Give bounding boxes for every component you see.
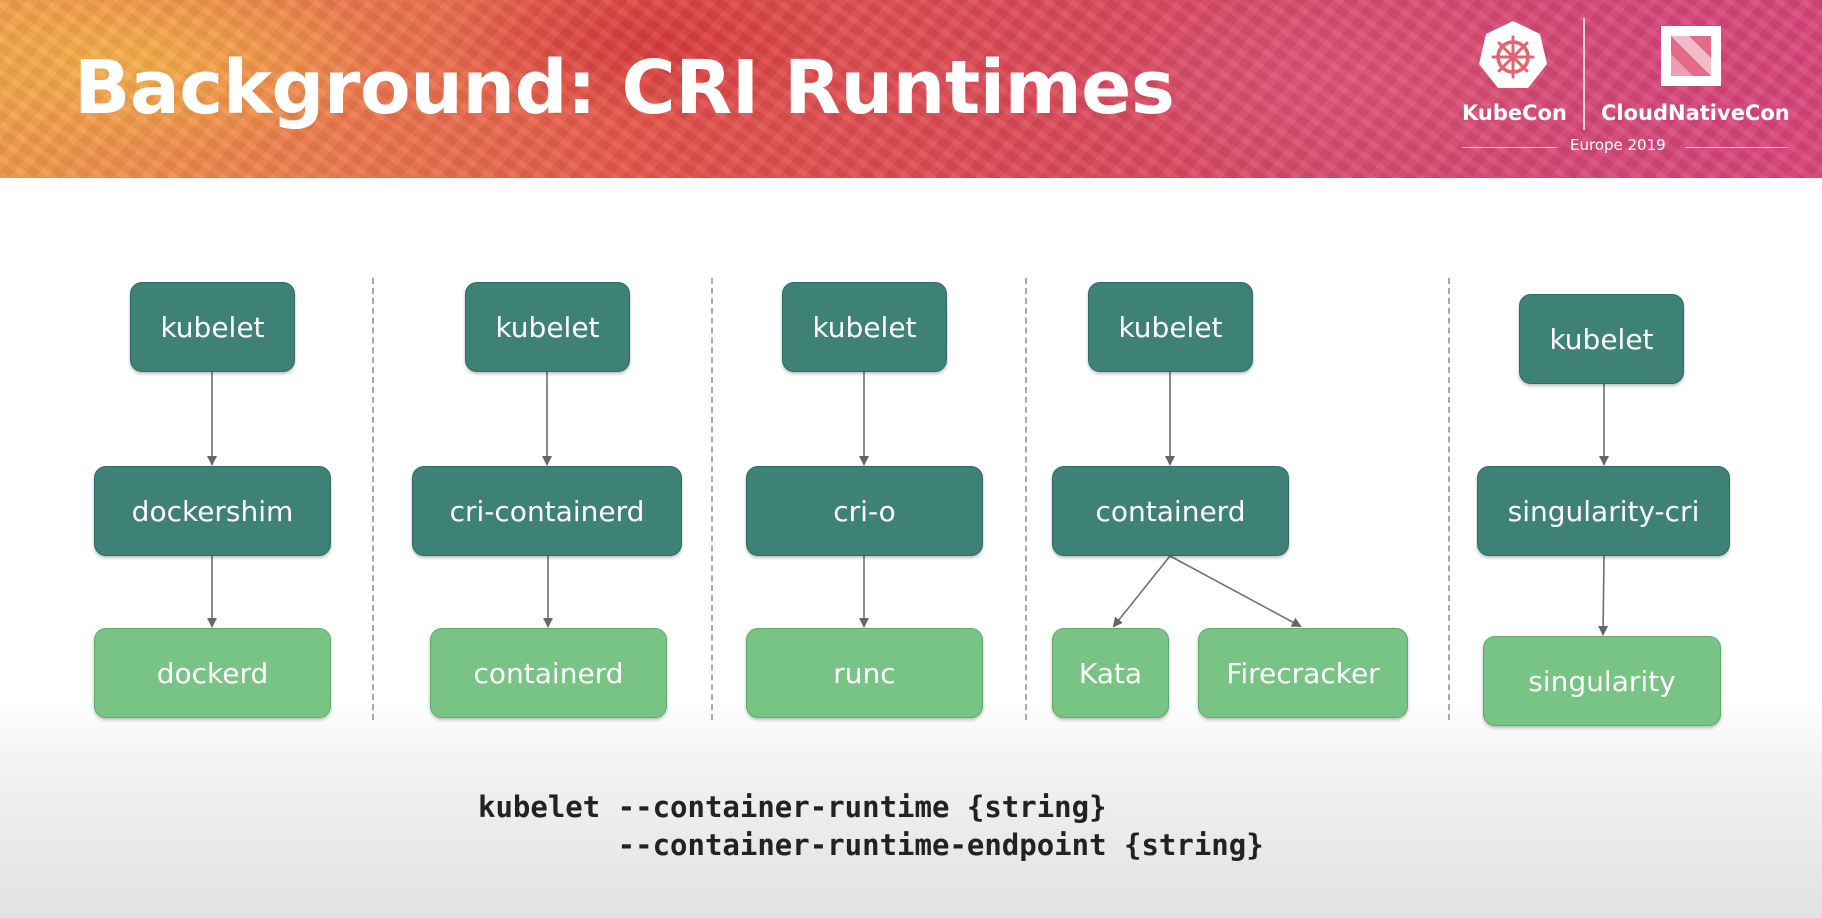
column-divider <box>372 278 374 720</box>
containerd-node: containerd <box>1052 466 1289 556</box>
arrow-singularity-cri-to-singularity <box>1598 555 1609 636</box>
kubelet-node: kubelet <box>465 282 630 372</box>
cri-runtime-diagram: kubelet dockershim dockerd kubelet cri-c… <box>0 0 1822 918</box>
command-line-2: --container-runtime-endpoint {string} <box>478 828 1264 862</box>
firecracker-node: Firecracker <box>1198 628 1408 718</box>
dockershim-node: dockershim <box>94 466 331 556</box>
singularity-node: singularity <box>1483 636 1721 726</box>
slide: Background: CRI Runtimes KubeCon CloudNa… <box>0 0 1822 918</box>
cri-o-node: cri-o <box>746 466 983 556</box>
runc-node: runc <box>746 628 983 718</box>
cri-containerd-node: cri-containerd <box>412 466 682 556</box>
column-divider <box>1448 278 1450 720</box>
column-divider <box>711 278 713 720</box>
dockerd-node: dockerd <box>94 628 331 718</box>
column-divider <box>1025 278 1027 720</box>
kubelet-node: kubelet <box>130 282 295 372</box>
arrow-containerd-to-firecracker <box>1169 555 1302 627</box>
kata-node: Kata <box>1052 628 1169 718</box>
kubelet-node: kubelet <box>782 282 947 372</box>
singularity-cri-node: singularity-cri <box>1477 466 1730 556</box>
arrow-containerd-to-kata <box>1112 555 1171 628</box>
kubelet-node: kubelet <box>1088 282 1253 372</box>
connector-arrows <box>207 372 1609 636</box>
containerd-node: containerd <box>430 628 667 718</box>
kubelet-command: kubelet --container-runtime {string} --c… <box>478 788 1264 864</box>
command-line-1: kubelet --container-runtime {string} <box>478 790 1107 824</box>
kubelet-node: kubelet <box>1519 294 1684 384</box>
